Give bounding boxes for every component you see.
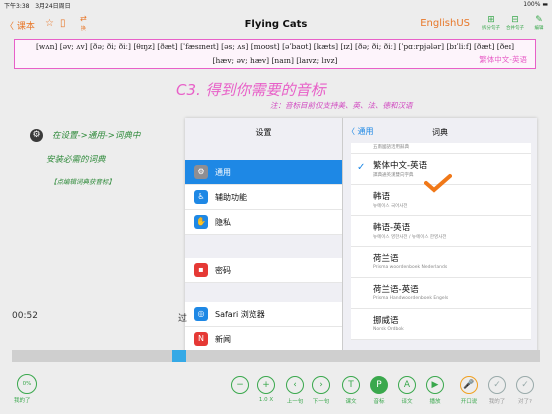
dictionary-tag: 繁体中文-英语 xyxy=(479,55,527,64)
prev-sentence-button[interactable]: ‹ xyxy=(286,376,304,394)
news-icon: N xyxy=(194,332,208,346)
edit-button[interactable]: ✎ 编辑 xyxy=(526,15,552,31)
settings-group-2: ▪ 密码 xyxy=(185,258,342,283)
list-item[interactable]: 荷兰语 Prisma woordenboek Nederlands xyxy=(351,247,531,278)
speed-up-button[interactable]: + xyxy=(257,376,275,394)
next-sentence-button[interactable]: › xyxy=(312,376,330,394)
progress-label: 我的了 xyxy=(14,398,31,404)
instruction-line-3: 【点编辑词典获音标】 xyxy=(50,178,115,186)
key-icon: ▪ xyxy=(194,263,208,277)
dictionary-pane: 〈 通用 词典 五南國語活用辭典 ✓ 繁体中文-英语 譯典通英漢雙向字典 韩语 … xyxy=(343,118,537,356)
settings-group-3: ◎ Safari 浏览器 N 新闻 xyxy=(185,302,342,352)
settings-item-general[interactable]: ⚙ 通用 xyxy=(185,160,342,185)
language-selector[interactable]: EnglishUS xyxy=(420,18,470,29)
list-item[interactable]: 荷兰语-英语 Prisma Handwoordenboek Engels xyxy=(351,278,531,309)
checkmark-icon: ✓ xyxy=(357,162,366,173)
timeline-marker: 过 xyxy=(178,314,188,324)
merge-sentence-button[interactable]: ⊟ 合并句子 xyxy=(502,15,528,31)
correct-button[interactable]: ✓ xyxy=(516,376,534,394)
next-sentence-label: 下一句 xyxy=(312,399,330,405)
dictionary-subtitle: 五南國語活用辭典 xyxy=(351,143,531,154)
current-segment[interactable] xyxy=(172,350,186,362)
play-button[interactable]: ▶ xyxy=(426,376,444,394)
phonetic-line-2: [hæv; əv; hæv] [naɪn] [laɪvz; lɪvz] xyxy=(212,56,338,65)
list-item[interactable]: 韩语-英语 뉴에이스 영한사전 / 뉴에이스 한영사전 xyxy=(351,216,531,247)
settings-item-safari[interactable]: ◎ Safari 浏览器 xyxy=(185,302,342,327)
speed-up-label: 1.0 X xyxy=(258,397,274,403)
gear-icon: ⚙ xyxy=(194,165,208,179)
settings-item-passwords[interactable]: ▪ 密码 xyxy=(185,258,342,283)
text-button[interactable]: T xyxy=(342,376,360,394)
phonetic-sentence[interactable]: [wʌn] [əv; ʌv] [ðə; ði; ðiː] [θɪŋz] [ðæt… xyxy=(14,39,536,69)
play-label: 播放 xyxy=(429,399,441,405)
instruction-line-1: 在设置->通用->词典中 xyxy=(52,131,141,141)
settings-item-news[interactable]: N 新闻 xyxy=(185,327,342,352)
settings-screenshot: 设置 ⚙ 通用 ♿ 辅助功能 ✋ 隐私 ▪ 密码 ◎ Safari 浏览器 N … xyxy=(185,118,537,356)
progress-circle: 0% xyxy=(17,374,37,394)
section-note: 注：音标目前仅支持美、英、法、德和汉语 xyxy=(270,101,413,110)
phonetic-button[interactable]: P xyxy=(370,376,388,394)
split-sentence-button[interactable]: ⊞ 拆分句子 xyxy=(478,15,504,31)
compass-icon: ◎ xyxy=(194,307,208,321)
settings-group-1: ⚙ 通用 ♿ 辅助功能 ✋ 隐私 xyxy=(185,160,342,235)
mastered-button[interactable]: ✓ xyxy=(488,376,506,394)
speak-button[interactable]: 🎤 xyxy=(460,376,478,394)
hand-icon: ✋ xyxy=(194,215,208,229)
settings-item-accessibility[interactable]: ♿ 辅助功能 xyxy=(185,185,342,210)
settings-title: 设置 xyxy=(255,128,272,137)
speed-down-button[interactable]: − xyxy=(231,376,249,394)
instruction-line-2: 安装必需的词典 xyxy=(46,155,106,165)
accessibility-icon: ♿ xyxy=(194,190,208,204)
orange-checkmark-icon xyxy=(424,174,452,193)
translation-button[interactable]: A xyxy=(398,376,416,394)
elapsed-time: 00:52 xyxy=(12,311,38,321)
battery-indicator: 100% ▬ xyxy=(523,1,548,8)
correct-label: 对了? xyxy=(518,399,532,405)
phonetic-line-1: [wʌn] [əv; ʌv] [ðə; ði; ðiː] [θɪŋz] [ðæt… xyxy=(35,42,515,51)
dictionary-title: 词典 xyxy=(432,128,448,137)
nav-bar: 〈 课本 ☆ ▯ ⇄ 换 Flying Cats EnglishUS ⊞ 拆分句子 … xyxy=(0,10,552,36)
settings-item-privacy[interactable]: ✋ 隐私 xyxy=(185,210,342,235)
audio-waveform[interactable] xyxy=(12,350,540,362)
status-time: 下午3:38 3月24日周日 xyxy=(4,3,71,10)
status-bar: 下午3:38 3月24日周日 100% ▬ xyxy=(0,0,552,10)
gear-icon: ⚙ xyxy=(30,129,43,142)
settings-pane: 设置 ⚙ 通用 ♿ 辅助功能 ✋ 隐私 ▪ 密码 ◎ Safari 浏览器 N … xyxy=(185,118,343,356)
list-item[interactable]: 挪威语 Norsk Ordbok xyxy=(351,309,531,340)
section-heading: C3. 得到你需要的音标 xyxy=(176,81,326,99)
